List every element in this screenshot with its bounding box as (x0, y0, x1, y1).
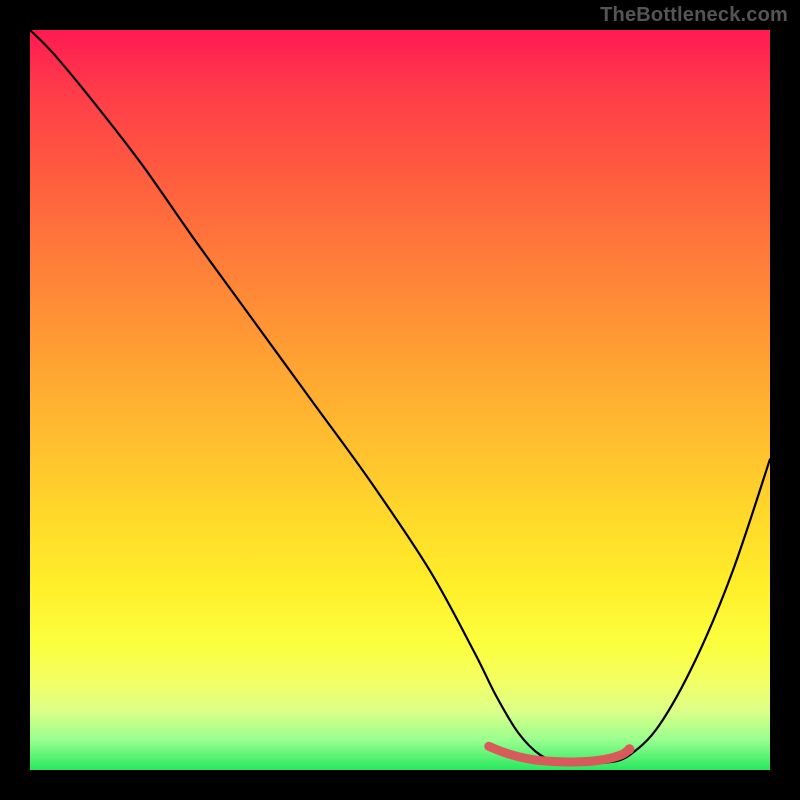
bottleneck-curve (30, 30, 770, 763)
marker-end-dot (624, 744, 634, 754)
plot-area (30, 30, 770, 770)
chart-frame: TheBottleneck.com (0, 0, 800, 800)
watermark-text: TheBottleneck.com (600, 4, 788, 27)
curve-layer (30, 30, 770, 770)
optimal-range-marker (489, 746, 630, 762)
